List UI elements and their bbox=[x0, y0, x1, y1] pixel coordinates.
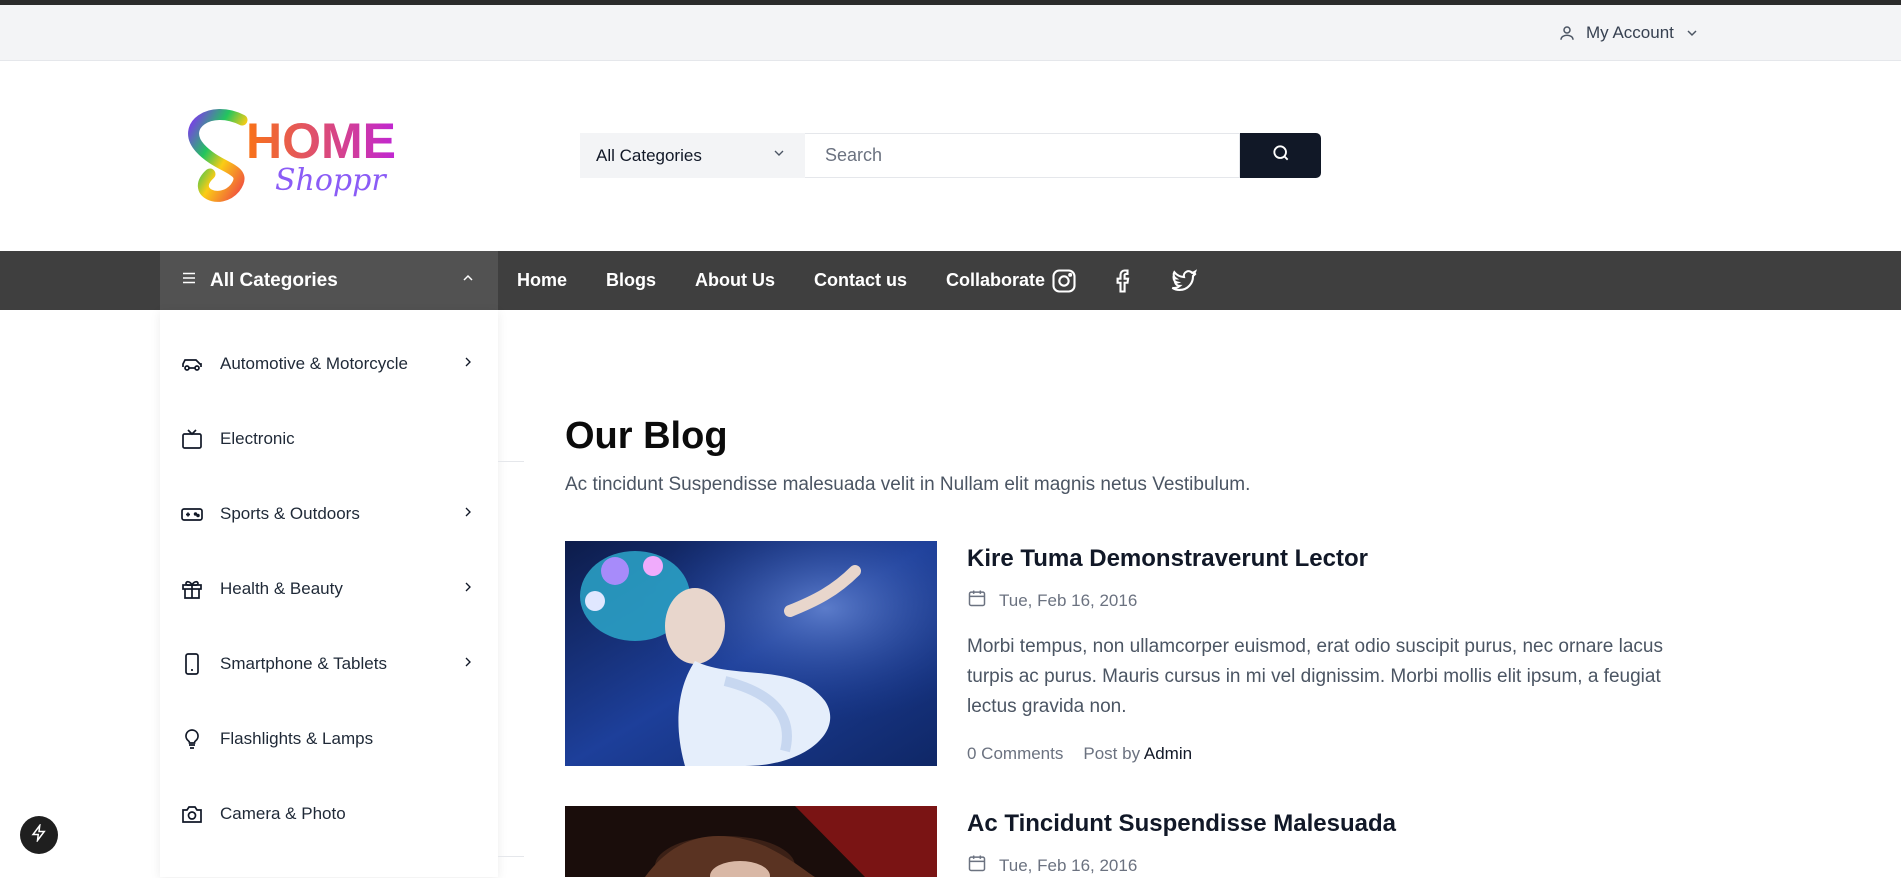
nav-blogs[interactable]: Blogs bbox=[606, 270, 656, 291]
category-item-automotive[interactable]: Automotive & Motorcycle bbox=[160, 344, 498, 384]
category-item-camera[interactable]: Camera & Photo bbox=[160, 794, 498, 834]
my-account-label: My Account bbox=[1586, 23, 1674, 42]
my-account-menu[interactable]: My Account bbox=[1558, 23, 1700, 43]
nav-collaborate[interactable]: Collaborate bbox=[946, 270, 1045, 291]
chevron-right-icon bbox=[460, 504, 476, 525]
calendar-icon bbox=[967, 588, 987, 613]
chevron-right-icon bbox=[460, 354, 476, 375]
category-label: Electronic bbox=[220, 429, 295, 448]
smartphone-icon bbox=[180, 652, 204, 676]
category-select[interactable]: All Categories bbox=[580, 133, 805, 178]
camera-icon bbox=[180, 802, 204, 826]
lightning-icon bbox=[30, 822, 48, 847]
post-date-text: Tue, Feb 16, 2016 bbox=[999, 855, 1138, 875]
gift-icon bbox=[180, 577, 204, 601]
chevron-down-icon bbox=[1684, 25, 1700, 41]
facebook-icon[interactable] bbox=[1110, 267, 1138, 295]
nav-about-us[interactable]: About Us bbox=[695, 270, 775, 291]
hamburger-icon bbox=[180, 269, 198, 293]
lightbulb-icon bbox=[180, 727, 204, 751]
category-select-label: All Categories bbox=[596, 145, 702, 165]
post-meta: 0 Comments Post by Admin bbox=[967, 744, 1192, 764]
all-categories-label: All Categories bbox=[210, 269, 338, 291]
categories-dropdown: Automotive & Motorcycle Electronic Sport… bbox=[160, 310, 498, 877]
category-label: Camera & Photo bbox=[220, 804, 346, 823]
category-label: Smartphone & Tablets bbox=[220, 654, 387, 673]
nav-contact-us[interactable]: Contact us bbox=[814, 270, 907, 291]
post-date-text: Tue, Feb 16, 2016 bbox=[999, 590, 1138, 610]
post-title[interactable]: Ac Tincidunt Suspendisse Malesuada bbox=[967, 810, 1396, 838]
svg-text:Shoppr: Shoppr bbox=[275, 163, 387, 198]
chevron-down-icon bbox=[771, 145, 787, 166]
post-date: Tue, Feb 16, 2016 bbox=[967, 588, 1137, 613]
category-label: Automotive & Motorcycle bbox=[220, 354, 409, 373]
search-bar: All Categories Search bbox=[580, 133, 1321, 178]
category-label: Sports & Outdoors bbox=[220, 504, 360, 523]
category-item-health-beauty[interactable]: Health & Beauty bbox=[160, 569, 498, 609]
search-input[interactable]: Search bbox=[805, 133, 1240, 178]
post-image[interactable] bbox=[565, 806, 937, 877]
post-title[interactable]: Kire Tuma Demonstraverunt Lector bbox=[967, 545, 1368, 573]
svg-text:HOME: HOME bbox=[246, 113, 396, 169]
post-excerpt: Morbi tempus, non ullamcorper euismod, e… bbox=[967, 636, 1663, 717]
instagram-icon[interactable] bbox=[1050, 267, 1078, 295]
gamepad-icon bbox=[180, 502, 204, 526]
divider bbox=[498, 856, 524, 857]
category-item-flashlights[interactable]: Flashlights & Lamps bbox=[160, 719, 498, 759]
post-image[interactable] bbox=[565, 541, 937, 766]
user-icon bbox=[1558, 24, 1576, 42]
all-categories-toggle[interactable]: All Categories bbox=[160, 251, 498, 310]
chevron-up-icon bbox=[460, 270, 476, 292]
search-button[interactable] bbox=[1240, 133, 1321, 178]
post-author-line: Post by Admin bbox=[1083, 744, 1192, 764]
post-date: Tue, Feb 16, 2016 bbox=[967, 853, 1137, 878]
nav-links: Home Blogs About Us Contact us Collabora… bbox=[517, 251, 1084, 310]
quick-action-button[interactable] bbox=[20, 816, 58, 854]
page-title: Our Blog bbox=[565, 415, 728, 457]
main-navbar: All Categories Home Blogs About Us Conta… bbox=[0, 251, 1901, 310]
chevron-right-icon bbox=[460, 579, 476, 600]
tv-icon bbox=[180, 427, 204, 451]
post-comments[interactable]: 0 Comments bbox=[967, 744, 1063, 764]
category-item-sports[interactable]: Sports & Outdoors bbox=[160, 494, 498, 534]
divider bbox=[498, 461, 524, 462]
chevron-right-icon bbox=[460, 654, 476, 675]
post-author[interactable]: Admin bbox=[1144, 744, 1192, 763]
calendar-icon bbox=[967, 853, 987, 878]
top-bar: My Account bbox=[0, 5, 1901, 61]
home-shoppr-logo[interactable]: HOME Shoppr bbox=[180, 108, 440, 203]
category-item-smartphone[interactable]: Smartphone & Tablets bbox=[160, 644, 498, 684]
post-by-label: Post by bbox=[1083, 744, 1141, 763]
twitter-icon[interactable] bbox=[1170, 267, 1198, 295]
car-icon bbox=[180, 352, 204, 376]
nav-home[interactable]: Home bbox=[517, 270, 567, 291]
search-icon bbox=[1271, 143, 1291, 168]
category-label: Flashlights & Lamps bbox=[220, 729, 374, 748]
search-placeholder: Search bbox=[825, 145, 883, 165]
category-item-electronic[interactable]: Electronic bbox=[160, 419, 498, 459]
category-label: Health & Beauty bbox=[220, 579, 343, 598]
page-subtitle: Ac tincidunt Suspendisse malesuada velit… bbox=[565, 474, 1251, 495]
